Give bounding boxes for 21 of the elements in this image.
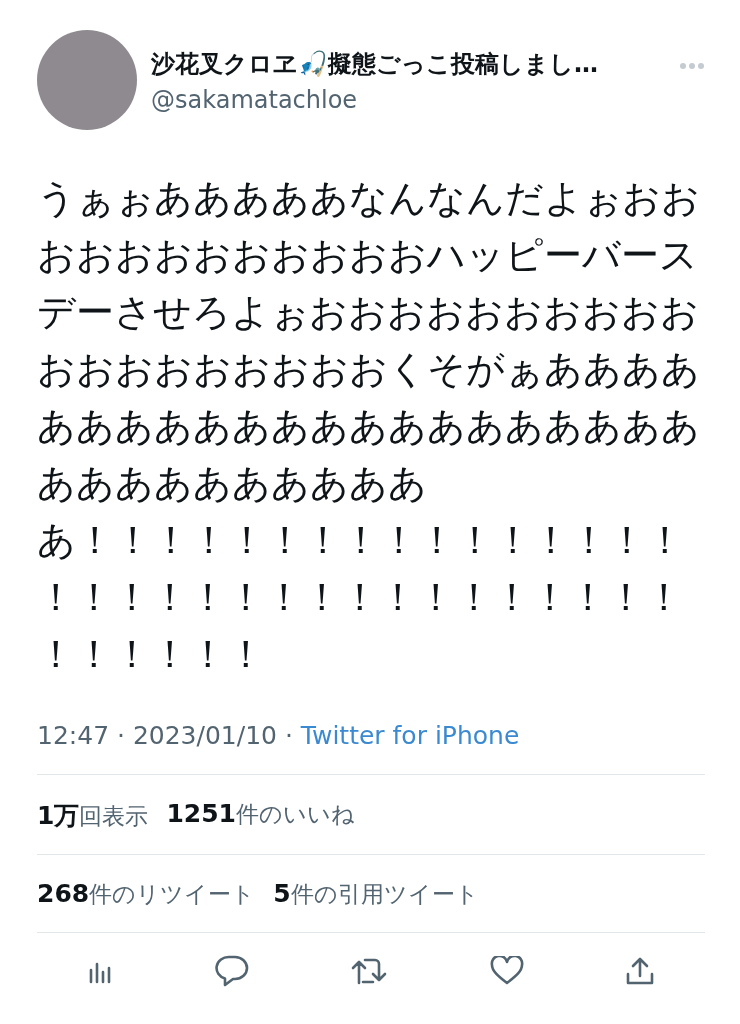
tweet-text: あああああああああああああああああ bbox=[37, 403, 700, 450]
user-handle: @sakamatachloe bbox=[151, 86, 359, 114]
retweet-icon[interactable] bbox=[350, 956, 388, 986]
display-name: 沙花叉クロヱ🎣擬態ごっこ投稿しまし… bbox=[151, 49, 599, 80]
tweet-text: ！！！！！！！！！！！！！！！！！ bbox=[37, 574, 683, 621]
tweet-text: おおおおおおおおおおハッピーバース bbox=[37, 232, 698, 279]
heart-icon[interactable] bbox=[489, 956, 524, 986]
tweet-text: デーさせろよぉおおおおおおおおおお bbox=[37, 289, 699, 336]
tweet-text: おおおおおおおおおくそがぁああああ bbox=[37, 346, 700, 393]
reply-icon[interactable] bbox=[214, 955, 249, 987]
tweet-text: うぁぉあああああなんなんだよぉおお bbox=[37, 175, 700, 222]
stat-count[interactable]: 1万回表示 bbox=[37, 799, 149, 832]
stat-count[interactable]: 5件の引用ツイート bbox=[273, 879, 479, 910]
stat-count[interactable]: 1251件のいいね bbox=[166, 799, 355, 832]
tweet-text: あ！！！！！！！！！！！！！！！！ bbox=[37, 517, 684, 564]
tweet-text: ！！！！！！ bbox=[37, 631, 265, 678]
tweet-timestamp: 12:47 · 2023/01/10 · bbox=[37, 721, 294, 750]
tweet-text: ああああああああああ bbox=[37, 460, 427, 507]
share-icon[interactable] bbox=[625, 956, 655, 986]
source-link[interactable]: Twitter for iPhone bbox=[300, 721, 520, 750]
stat-count[interactable]: 268件のリツイート bbox=[37, 879, 256, 910]
